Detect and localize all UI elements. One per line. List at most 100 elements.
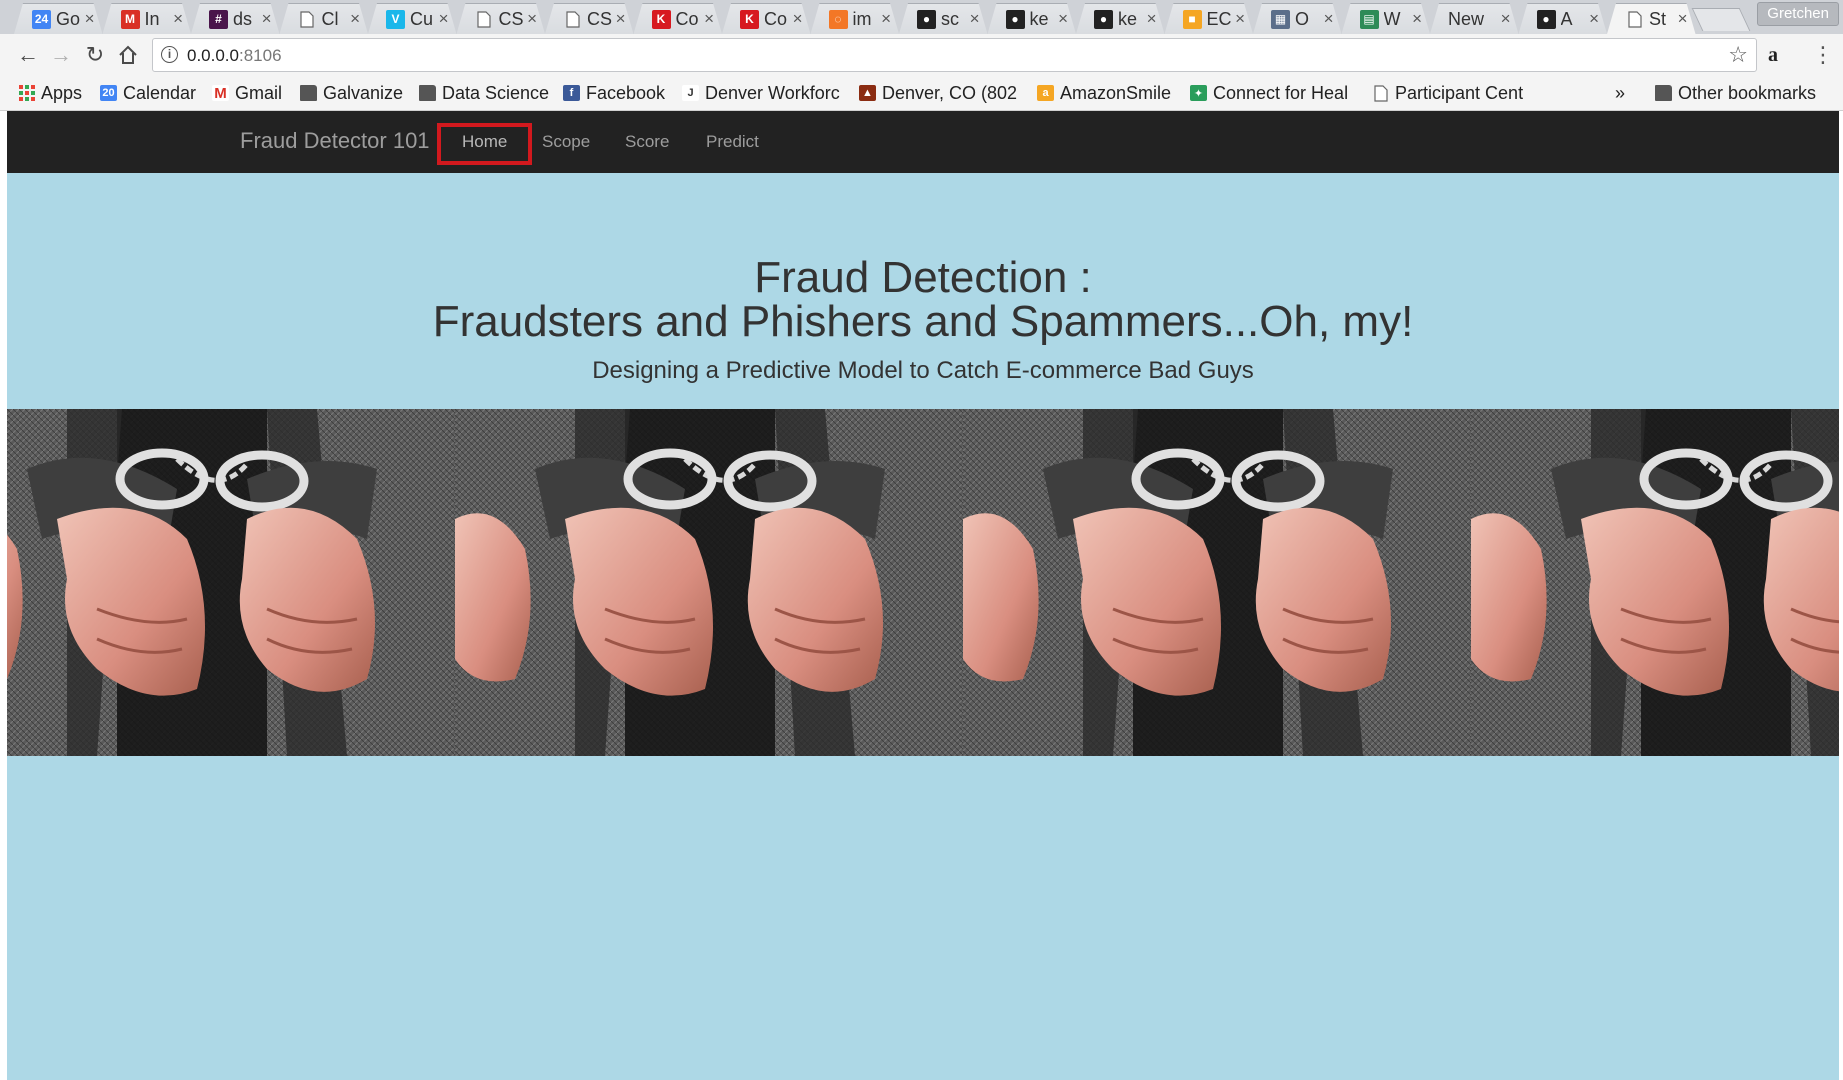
bookmark-label: Facebook [586,82,666,103]
close-tab-icon[interactable]: × [1058,9,1068,29]
close-tab-icon[interactable]: × [1147,9,1157,29]
browser-tab[interactable]: ● ke × [988,3,1077,34]
bookmark-item[interactable]: f Facebook [563,81,665,105]
bookmark-item[interactable]: ✦ Connect for Heal [1190,81,1348,105]
bookmark-label: Gmail [235,82,283,103]
folder-icon [419,85,436,101]
bookmarks-overflow-button[interactable]: » [1615,81,1625,105]
reload-icon[interactable]: ↻ [81,41,109,69]
browser-tab[interactable]: ● A × [1519,3,1608,34]
bookmark-label: AmazonSmile [1060,82,1172,103]
bookmark-item[interactable]: Galvanize [300,81,403,105]
bookmark-item[interactable]: Data Science [419,81,549,105]
github-tab-icon: ● [1537,10,1556,29]
browser-tab[interactable]: St × [1607,3,1696,34]
tab-title: A [1560,8,1573,29]
browser-tab[interactable]: ● sc × [899,3,988,34]
bookmark-item[interactable]: Apps [18,81,82,105]
browser-tab[interactable]: CS × [457,3,546,34]
close-tab-icon[interactable]: × [85,9,95,29]
menu-icon[interactable]: ⋮ [1812,42,1834,68]
browser-tab[interactable]: ◌ im × [811,3,900,34]
document-tab-icon [298,10,317,29]
github-tab-icon: ● [1094,10,1113,29]
close-tab-icon[interactable]: × [616,9,626,29]
profile-button[interactable]: Gretchen [1757,2,1839,26]
browser-tab[interactable]: Cl × [280,3,369,34]
close-tab-icon[interactable]: × [262,9,272,29]
calendar-tab-icon: 24 [32,10,51,29]
github-tab-icon: ● [917,10,936,29]
back-arrow-icon[interactable]: ← [14,41,42,69]
browser-tab[interactable]: New × [1430,3,1519,34]
browser-tab[interactable]: V Cu × [368,3,457,34]
weather-icon: ▲ [859,85,876,101]
apps-grid-icon [18,85,35,101]
home-icon[interactable] [114,41,142,69]
tab-title: Co [764,8,788,29]
page-viewport: Fraud Detector 101 Home Scope Score Pred… [7,111,1839,1080]
browser-tab[interactable]: K Co × [634,3,723,34]
browser-tab[interactable]: ▤ W × [1342,3,1431,34]
browser-tab[interactable]: ■ EC × [1165,3,1254,34]
bookmark-label: Calendar [123,82,197,103]
new-tab-button[interactable] [1691,8,1751,31]
tab-title: ke [1118,8,1138,29]
bookmark-item[interactable]: a AmazonSmile [1037,81,1171,105]
site-navbar: Fraud Detector 101 Home Scope Score Pred… [7,111,1839,173]
close-tab-icon[interactable]: × [1678,9,1688,29]
nav-score-link[interactable]: Score [625,132,669,152]
tab-title: EC [1206,8,1232,29]
close-tab-icon[interactable]: × [881,9,891,29]
amazon-extension-icon[interactable]: a [1768,44,1778,67]
close-tab-icon[interactable]: × [527,9,537,29]
browser-tab[interactable]: CS × [545,3,634,34]
home-highlight-annotation [437,123,532,165]
close-tab-icon[interactable]: × [173,9,183,29]
close-tab-icon[interactable]: × [1501,9,1511,29]
close-tab-icon[interactable]: × [793,9,803,29]
close-tab-icon[interactable]: × [1589,9,1599,29]
tab-title: Cu [410,8,434,29]
bookmark-label: Participant Cent [1395,82,1524,103]
document-icon [1372,84,1389,102]
close-tab-icon[interactable]: × [704,9,714,29]
url-text[interactable]: 0.0.0.0:8106 [187,46,282,66]
nav-scope-link[interactable]: Scope [542,132,590,152]
browser-tab[interactable]: ▦ O × [1253,3,1342,34]
close-tab-icon[interactable]: × [970,9,980,29]
spreadsheet-tab-icon: ▤ [1360,10,1379,29]
browser-tab[interactable]: # ds × [191,3,280,34]
browser-tab[interactable]: M In × [103,3,192,34]
site-info-icon[interactable]: i [161,46,178,63]
bookmark-label: Denver Workforc [705,82,840,103]
close-tab-icon[interactable]: × [350,9,360,29]
bookmark-item[interactable]: ▲ Denver, CO (802 [859,81,1017,105]
browser-tab[interactable]: ● ke × [1076,3,1165,34]
browser-tab[interactable]: K Co × [722,3,811,34]
close-tab-icon[interactable]: × [439,9,449,29]
bookmark-item[interactable]: J Denver Workforc [682,81,840,105]
bookmarks-bar: » Other bookmarks Apps 20 Calendar M Gmail Ga… [0,76,1843,111]
close-tab-icon[interactable]: × [1235,9,1245,29]
bookmark-item[interactable]: 20 Calendar [100,81,196,105]
jupyter-tab-icon: ◌ [829,10,848,29]
forward-arrow-icon[interactable]: → [47,41,75,69]
other-bookmarks-button[interactable]: Other bookmarks [1655,81,1816,105]
health-icon: ✦ [1190,85,1207,101]
address-bar[interactable]: i 0.0.0.0:8106 ☆ [152,38,1757,72]
nav-predict-link[interactable]: Predict [706,132,759,152]
bookmark-item[interactable]: M Gmail [212,81,282,105]
kaggle-tab-icon: K [652,10,671,29]
building-tab-icon: ▦ [1271,10,1290,29]
browser-tab[interactable]: 24 Go × [14,3,103,34]
close-tab-icon[interactable]: × [1412,9,1422,29]
close-tab-icon[interactable]: × [1324,9,1334,29]
tab-title: W [1383,8,1401,29]
tab-title: im [852,8,872,29]
bookmark-item[interactable]: Participant Cent [1372,81,1523,105]
navbar-brand[interactable]: Fraud Detector 101 [240,128,430,154]
bookmark-star-icon[interactable]: ☆ [1728,42,1748,68]
tab-title: Cl [321,8,339,29]
tab-title: Go [56,8,81,29]
